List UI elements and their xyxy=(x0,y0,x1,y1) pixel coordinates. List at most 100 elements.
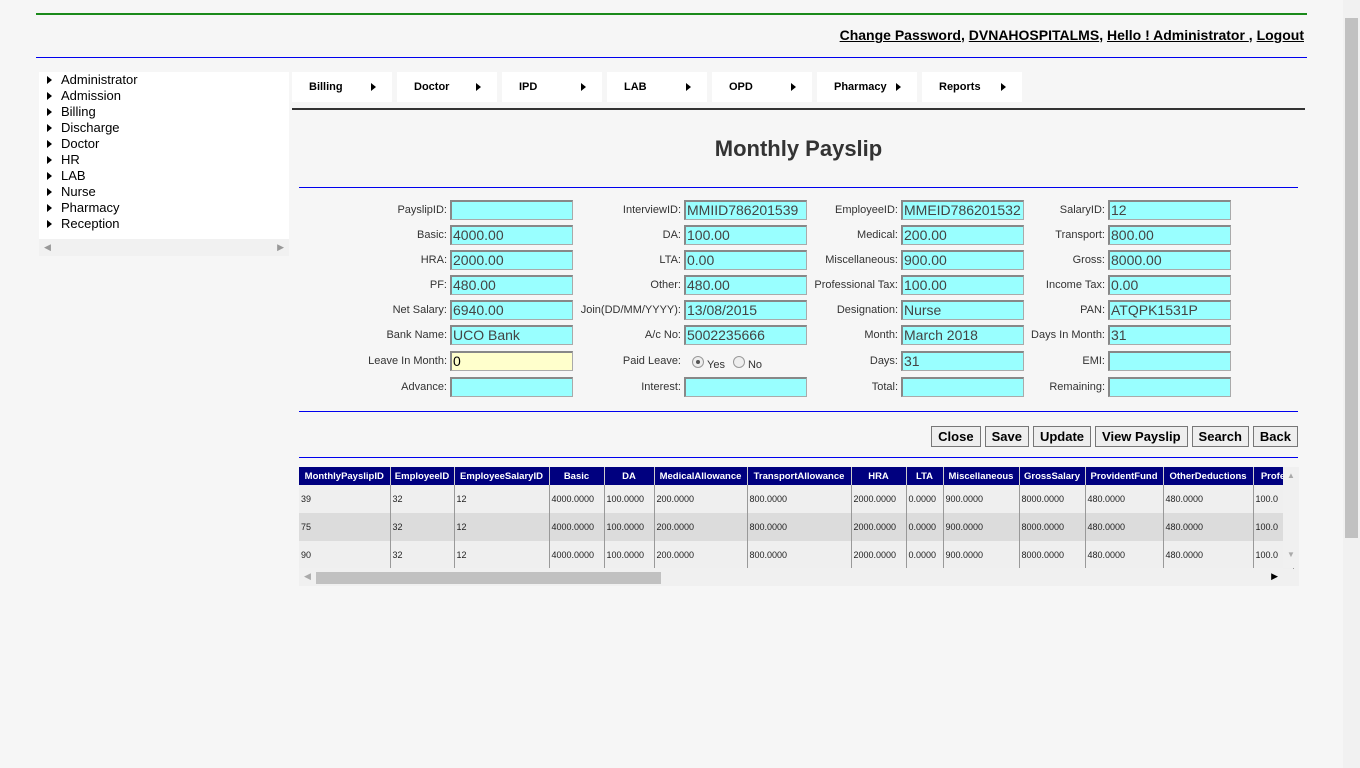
caret-right-icon xyxy=(896,83,901,91)
sidebar-item-lab[interactable]: LAB xyxy=(39,168,289,184)
days-label: Days: xyxy=(869,355,898,367)
sidebar-item-hr[interactable]: HR xyxy=(39,152,289,168)
caret-right-icon xyxy=(47,92,52,100)
menu-billing[interactable]: Billing xyxy=(292,72,392,102)
advance-label: Advance: xyxy=(401,381,447,393)
column-header[interactable]: Basic xyxy=(549,467,605,485)
menu-label: Billing xyxy=(309,81,343,93)
caret-right-icon xyxy=(47,140,52,148)
table-cell: 39 xyxy=(299,485,391,513)
menu-reports[interactable]: Reports xyxy=(922,72,1022,102)
daysinmonth-input[interactable]: 31 xyxy=(1108,325,1231,345)
header-divider xyxy=(36,57,1307,58)
incometax-label: Income Tax: xyxy=(1045,279,1105,291)
view-payslip-button[interactable]: View Payslip xyxy=(1095,426,1188,447)
table-cell: 0.0000 xyxy=(906,541,944,569)
column-header[interactable]: ProvidentFund xyxy=(1085,467,1164,485)
hospital-link[interactable]: DVNAHOSPITALMS xyxy=(969,27,1099,43)
menu-lab[interactable]: LAB xyxy=(607,72,707,102)
salaryid-label: SalaryID: xyxy=(1059,204,1105,216)
grid-vertical-scrollbar[interactable]: ▲ ▼ xyxy=(1283,467,1299,568)
column-header[interactable]: OtherDeductions xyxy=(1163,467,1254,485)
transport-input[interactable]: 800.00 xyxy=(1108,225,1231,245)
total-label: Total: xyxy=(871,381,898,393)
scroll-thumb[interactable] xyxy=(316,572,661,584)
table-cell: 480.0000 xyxy=(1163,513,1254,541)
emi-label: EMI: xyxy=(1082,355,1105,367)
divider xyxy=(299,457,1298,458)
column-header[interactable]: HRA xyxy=(851,467,907,485)
column-header[interactable]: MedicalAllowance xyxy=(654,467,748,485)
sidebar-item-label: Administrator xyxy=(61,72,138,87)
salaryid-input[interactable]: 12 xyxy=(1108,200,1231,220)
sidebar-item-doctor[interactable]: Doctor xyxy=(39,136,289,152)
table-row[interactable]: 39 32 12 4000.0000 100.0000 200.0000 800.0000 2… xyxy=(299,485,1294,513)
greeting-link[interactable]: Hello ! Administrator xyxy=(1107,27,1249,43)
menu-ipd[interactable]: IPD xyxy=(502,72,602,102)
column-header[interactable]: MonthlyPayslipID xyxy=(299,467,391,485)
update-button[interactable]: Update xyxy=(1032,426,1092,447)
caret-right-icon xyxy=(686,83,691,91)
paid-leave-yes-radio[interactable] xyxy=(692,356,704,369)
emi-input[interactable] xyxy=(1108,351,1231,371)
gross-input[interactable]: 8000.00 xyxy=(1108,250,1231,270)
table-cell: 4000.0000 xyxy=(549,485,605,513)
table-cell: 32 xyxy=(390,485,455,513)
column-header[interactable]: EmployeeSalaryID xyxy=(454,467,550,485)
search-button[interactable]: Search xyxy=(1191,426,1249,447)
caret-right-icon xyxy=(47,156,52,164)
menu-divider xyxy=(292,108,1305,110)
menu-opd[interactable]: OPD xyxy=(712,72,812,102)
sidebar-scrollbar[interactable]: ◀ ▶ xyxy=(39,239,289,256)
change-password-link[interactable]: Change Password xyxy=(840,27,961,43)
menu-pharmacy[interactable]: Pharmacy xyxy=(817,72,917,102)
sidebar-item-discharge[interactable]: Discharge xyxy=(39,120,289,136)
table-cell: 800.0000 xyxy=(747,513,852,541)
column-header[interactable]: EmployeeID xyxy=(390,467,455,485)
sidebar-item-label: Pharmacy xyxy=(61,200,120,215)
close-button[interactable]: Close xyxy=(931,426,981,447)
table-cell: 900.0000 xyxy=(943,541,1020,569)
table-cell: 12 xyxy=(454,513,550,541)
caret-right-icon xyxy=(47,76,52,84)
back-button[interactable]: Back xyxy=(1252,426,1298,447)
table-row[interactable]: 75 32 12 4000.0000 100.0000 200.0000 800.0000 2… xyxy=(299,513,1294,541)
sidebar-item-billing[interactable]: Billing xyxy=(39,104,289,120)
table-cell: 2000.0000 xyxy=(851,513,907,541)
menu-label: OPD xyxy=(729,81,753,93)
column-header[interactable]: Miscellaneous xyxy=(943,467,1020,485)
sidebar-item-admission[interactable]: Admission xyxy=(39,88,289,104)
table-cell: 32 xyxy=(390,513,455,541)
save-button[interactable]: Save xyxy=(984,426,1029,447)
table-cell: 32 xyxy=(390,541,455,569)
menu-doctor[interactable]: Doctor xyxy=(397,72,497,102)
sidebar-item-reception[interactable]: Reception xyxy=(39,216,289,232)
menu-label: Reports xyxy=(939,81,981,93)
column-header[interactable]: LTA xyxy=(906,467,944,485)
table-row[interactable]: 90 32 12 4000.0000 100.0000 200.0000 800.0000 2… xyxy=(299,541,1294,569)
sidebar-item-administrator[interactable]: Administrator xyxy=(39,72,289,88)
table-cell: 2000.0000 xyxy=(851,541,907,569)
top-divider xyxy=(36,13,1307,15)
incometax-input[interactable]: 0.00 xyxy=(1108,275,1231,295)
remaining-input[interactable] xyxy=(1108,377,1231,397)
caret-right-icon xyxy=(581,83,586,91)
sidebar-item-pharmacy[interactable]: Pharmacy xyxy=(39,200,289,216)
column-header[interactable]: DA xyxy=(604,467,655,485)
da-label: DA: xyxy=(662,229,681,241)
logout-link[interactable]: Logout xyxy=(1257,27,1304,43)
column-header[interactable]: TransportAllowance xyxy=(747,467,852,485)
table-cell: 480.0000 xyxy=(1085,513,1164,541)
grid-horizontal-scrollbar[interactable]: ◀ ▶ xyxy=(299,568,1283,586)
miscellaneous-label: Miscellaneous: xyxy=(825,254,898,266)
table-cell: 8000.0000 xyxy=(1019,513,1086,541)
sidebar-item-label: Admission xyxy=(61,88,121,103)
sidebar-item-nurse[interactable]: Nurse xyxy=(39,184,289,200)
table-cell: 4000.0000 xyxy=(549,513,605,541)
yes-label: Yes xyxy=(707,359,725,371)
pan-input[interactable]: ATQPK1531P xyxy=(1108,300,1231,320)
hra-label: HRA: xyxy=(420,254,447,266)
page-scroll-thumb[interactable] xyxy=(1345,18,1358,538)
column-header[interactable]: GrossSalary xyxy=(1019,467,1086,485)
paid-leave-no-radio[interactable] xyxy=(732,356,745,369)
